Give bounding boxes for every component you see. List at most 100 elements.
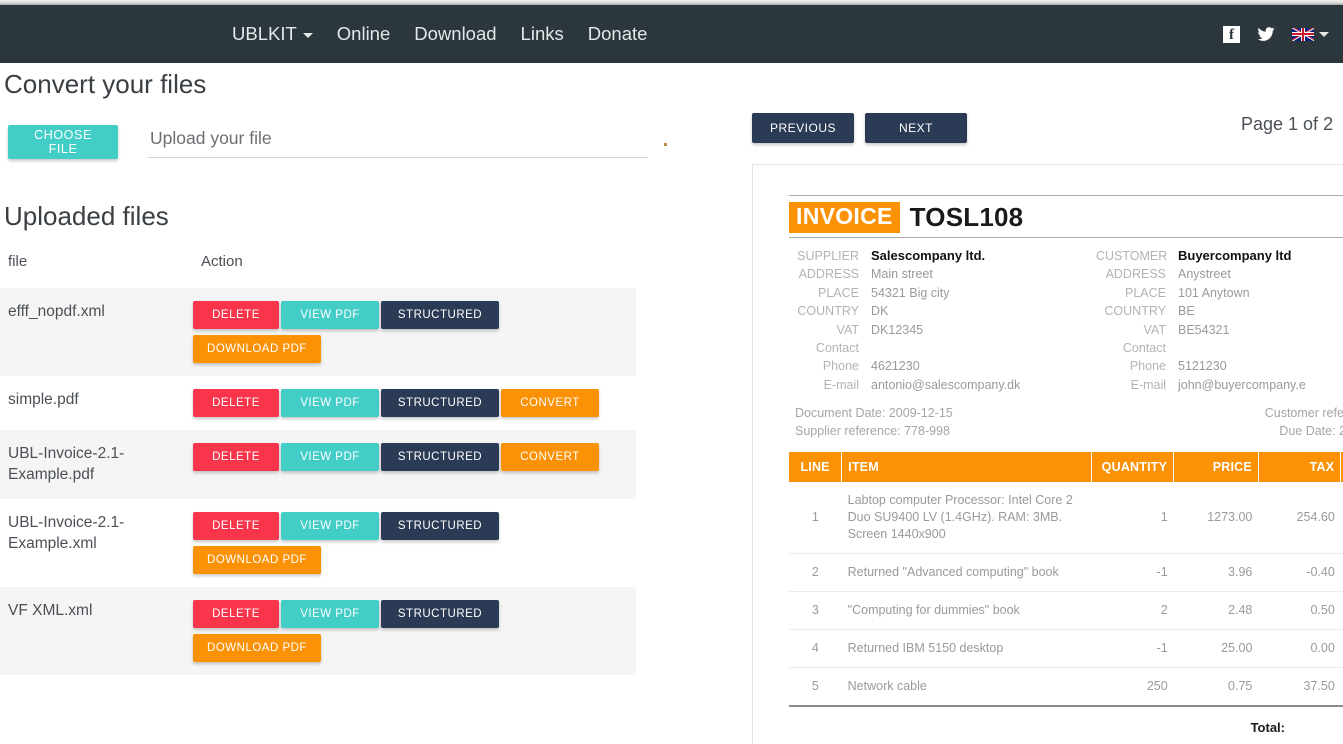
label-address: ADDRESS <box>1105 267 1166 282</box>
supplier-phone: 4621230 <box>871 359 920 374</box>
line-number: 1 <box>789 482 842 555</box>
pdf-toolbar: Previous Next Page 1 of 2 <box>752 111 1343 145</box>
line-tax: -0.40 <box>1258 553 1341 593</box>
line-price: 1273.00 <box>1173 482 1259 555</box>
chevron-down-icon <box>1319 31 1329 37</box>
choose-file-button[interactable]: Choose file <box>8 125 118 159</box>
label-country: COUNTRY <box>1104 304 1166 319</box>
action-cell: Delete View PDF Structured Download PDF <box>193 587 636 675</box>
line-quantity: 250 <box>1091 667 1174 708</box>
invoice-line-row: 2 Returned "Advanced computing" book -1 … <box>789 553 1343 593</box>
structured-button[interactable]: Structured <box>381 301 499 329</box>
invoice-badge: INVOICE <box>789 202 900 233</box>
supplier-reference: Supplier reference: 778-998 <box>795 423 950 438</box>
line-quantity: -1 <box>1091 629 1174 669</box>
invoice-title-row: INVOICE TOSL108 <box>789 196 1343 238</box>
invoice-parties: SUPPLIER ADDRESS PLACE COUNTRY VAT Conta… <box>789 247 1343 394</box>
delete-button[interactable]: Delete <box>193 389 279 417</box>
customer-block: CUSTOMER ADDRESS PLACE COUNTRY VAT Conta… <box>1096 247 1343 394</box>
pdf-document-frame[interactable]: INVOICE TOSL108 SUPPLIER ADDRESS PLACE C… <box>752 164 1343 744</box>
page-root: UBLKIT Online Download Links Donate f Co… <box>0 0 1343 744</box>
action-cell: Delete View PDF Structured Convert <box>193 376 636 430</box>
supplier-block: SUPPLIER ADDRESS PLACE COUNTRY VAT Conta… <box>789 247 1096 394</box>
label-place: PLACE <box>1125 285 1166 300</box>
action-button-group: Delete View PDF Structured Convert <box>193 386 613 420</box>
action-cell: Delete View PDF Structured Download PDF <box>193 499 636 587</box>
convert-button[interactable]: Convert <box>501 389 599 417</box>
download-pdf-button[interactable]: Download PDF <box>193 335 321 363</box>
table-row: efff_nopdf.xml Delete View PDF Structure… <box>0 288 636 376</box>
tax-value: EUR 292.10 <box>1293 738 1343 744</box>
nav-item-links[interactable]: Links <box>521 24 564 44</box>
line-item: Labtop computer Processor: Intel Core 2 … <box>841 482 1092 555</box>
label-phone: Phone <box>1129 359 1166 374</box>
structured-button[interactable]: Structured <box>381 512 499 541</box>
nav-item-ublkit[interactable]: UBLKIT <box>232 22 313 44</box>
chevron-down-icon <box>302 33 313 38</box>
download-pdf-button[interactable]: Download PDF <box>193 546 321 575</box>
nav-item-online[interactable]: Online <box>337 24 390 44</box>
line-number: 4 <box>789 629 842 669</box>
column-header-action: Action <box>201 253 243 270</box>
language-selector[interactable] <box>1292 27 1329 41</box>
supplier-name: Salescompany ltd. <box>871 248 986 263</box>
supplier-labels: SUPPLIER ADDRESS PLACE COUNTRY VAT Conta… <box>789 247 871 394</box>
delete-button[interactable]: Delete <box>193 600 279 629</box>
united-kingdom-flag-icon <box>1292 27 1314 41</box>
view-pdf-button[interactable]: View PDF <box>281 443 379 471</box>
document-date: Document Date: 2009-12-15 <box>795 406 953 421</box>
view-pdf-button[interactable]: View PDF <box>281 512 379 541</box>
label-place: PLACE <box>818 285 859 300</box>
pdf-preview-panel: Previous Next Page 1 of 2 INVOICE TOSL10… <box>668 63 1343 744</box>
structured-button[interactable]: Structured <box>381 389 499 417</box>
invoice-lines-header-row: LINE ITEM QUANTITY PRICE TAX LN. TOTAL <box>789 452 1343 483</box>
delete-button[interactable]: Delete <box>193 512 279 541</box>
upload-file-input[interactable] <box>148 125 648 158</box>
file-name-cell: simple.pdf <box>8 391 79 408</box>
action-button-group: Delete View PDF Structured Download PDF <box>193 298 613 366</box>
table-header-row: file Action <box>0 243 636 288</box>
previous-page-button[interactable]: Previous <box>752 113 854 143</box>
convert-button[interactable]: Convert <box>501 443 599 471</box>
file-name-cell: VF XML.xml <box>8 602 93 620</box>
label-supplier: SUPPLIER <box>797 249 859 263</box>
line-price: 0.75 <box>1173 667 1259 708</box>
invoice-number: TOSL108 <box>909 202 1024 232</box>
view-pdf-button[interactable]: View PDF <box>281 301 379 329</box>
supplier-place: 54321 Big city <box>871 285 950 300</box>
facebook-icon[interactable]: f <box>1223 25 1240 43</box>
action-cell: Delete View PDF Structured Convert <box>193 430 636 499</box>
uploaded-files-title: Uploaded files <box>4 201 169 231</box>
page-title: Convert your files <box>4 69 207 99</box>
line-number: 2 <box>789 553 842 593</box>
nav-item-ublkit-label: UBLKIT <box>232 22 297 44</box>
label-vat: VAT <box>1143 322 1166 337</box>
column-header-price: PRICE <box>1173 452 1259 483</box>
nav-item-donate[interactable]: Donate <box>588 24 648 44</box>
supplier-country: DK <box>871 304 889 319</box>
line-price: 3.96 <box>1173 553 1259 593</box>
convert-panel: Convert your files Choose file Uploaded … <box>0 63 668 744</box>
nav-item-download[interactable]: Download <box>414 24 496 44</box>
tax-row: Tax 20 % : EUR 292.10 <box>789 738 1343 744</box>
customer-labels: CUSTOMER ADDRESS PLACE COUNTRY VAT Conta… <box>1096 247 1178 394</box>
line-tax: 0.50 <box>1258 591 1341 631</box>
invoice-line-row: 5 Network cable 250 0.75 37.50 187.50 <box>789 667 1343 708</box>
twitter-icon[interactable] <box>1256 25 1276 43</box>
download-pdf-button[interactable]: Download PDF <box>193 634 321 663</box>
delete-button[interactable]: Delete <box>193 301 279 329</box>
structured-button[interactable]: Structured <box>381 600 499 629</box>
page-indicator: Page 1 of 2 <box>1241 114 1334 134</box>
view-pdf-button[interactable]: View PDF <box>281 389 379 417</box>
delete-button[interactable]: Delete <box>193 443 279 471</box>
references-left: Document Date: 2009-12-15 Supplier refer… <box>789 405 1096 440</box>
view-pdf-button[interactable]: View PDF <box>281 600 379 629</box>
line-tax: 37.50 <box>1258 667 1341 708</box>
supplier-email: antonio@salescompany.dk <box>871 377 1021 392</box>
next-page-button[interactable]: Next <box>865 113 967 143</box>
structured-button[interactable]: Structured <box>381 443 499 471</box>
customer-email: john@buyercompany.e <box>1178 377 1306 392</box>
invoice-lines-body: 1 Labtop computer Processor: Intel Core … <box>789 482 1343 708</box>
action-cell: Delete View PDF Structured Download PDF <box>193 288 636 376</box>
column-header-tax: TAX <box>1258 452 1342 483</box>
